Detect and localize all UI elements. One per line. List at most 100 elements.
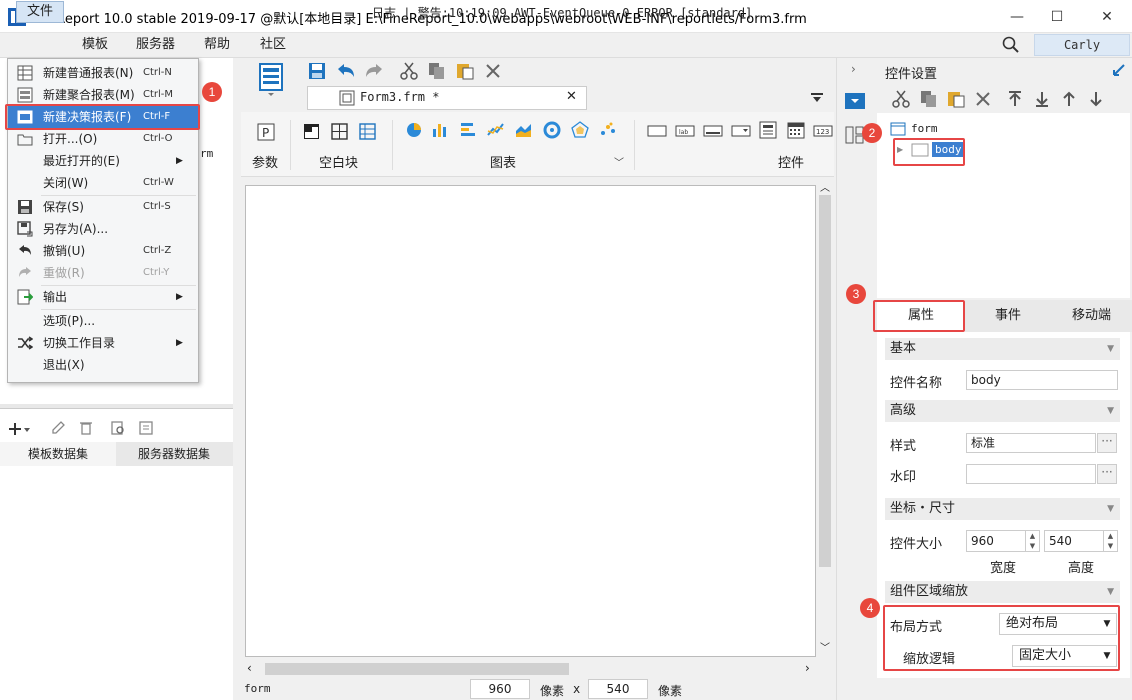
tab-events[interactable]: 事件 xyxy=(965,300,1051,332)
move-bottom-icon[interactable] xyxy=(1034,90,1050,108)
pie-chart-icon[interactable] xyxy=(405,121,423,139)
horizontal-scrollbar[interactable]: ‹ › xyxy=(245,660,816,678)
scatter-chart-icon[interactable] xyxy=(599,121,617,139)
log-status[interactable]: 日志 | 警告:10:19:09 AWT-EventQueue-0 ERROR … xyxy=(372,4,752,21)
close-button[interactable]: ✕ xyxy=(1084,0,1130,33)
number-widget-icon[interactable]: 123 xyxy=(813,123,833,139)
style-more-button[interactable]: ··· xyxy=(1097,433,1117,453)
widget-settings-icon[interactable] xyxy=(845,93,865,109)
date-widget-icon[interactable] xyxy=(787,121,805,139)
cut-icon[interactable] xyxy=(400,62,418,80)
scroll-thumb[interactable] xyxy=(265,663,569,675)
canvas-height-input[interactable]: 540 xyxy=(588,679,648,699)
pin-icon[interactable] xyxy=(1112,63,1126,77)
height-spinner[interactable]: 540 ▲ ▼ xyxy=(1044,530,1118,552)
paste-icon[interactable] xyxy=(456,62,474,80)
delete-icon[interactable] xyxy=(974,90,992,108)
menu-template[interactable]: 模板 xyxy=(72,33,118,57)
move-top-icon[interactable] xyxy=(1007,90,1023,108)
scroll-down-icon[interactable]: ﹀ xyxy=(820,639,830,654)
copy-icon[interactable] xyxy=(920,90,938,108)
menu-item-new-aggregate-report[interactable]: 新建聚合报表(M) Ctrl-M xyxy=(8,84,198,106)
button-widget-icon[interactable] xyxy=(703,123,723,139)
undo-toolbar-icon[interactable] xyxy=(336,62,356,80)
width-spinner[interactable]: 960 ▲ ▼ xyxy=(966,530,1040,552)
section-advanced[interactable]: 高级 ▼ xyxy=(885,400,1120,422)
tab-template-dataset[interactable]: 模板数据集 xyxy=(0,442,116,466)
horizontal-bar-chart-icon[interactable] xyxy=(459,121,477,139)
menu-help[interactable]: 帮助 xyxy=(194,33,240,57)
scroll-right-icon[interactable]: › xyxy=(805,661,810,675)
spinner-arrows-icon[interactable]: ▲ ▼ xyxy=(1025,531,1039,551)
text-widget-icon[interactable]: lab xyxy=(675,123,695,139)
menu-item-undo[interactable]: 撤销(U) Ctrl-Z xyxy=(8,240,198,262)
area-chart-icon[interactable] xyxy=(515,121,533,139)
spinner-arrows-icon[interactable]: ▲ ▼ xyxy=(1103,531,1117,551)
delete-toolbar-icon[interactable] xyxy=(484,62,502,80)
cut-icon[interactable] xyxy=(892,90,910,108)
tab-mobile[interactable]: 移动端 xyxy=(1051,300,1132,332)
radar-chart-icon[interactable] xyxy=(571,121,589,139)
menu-community[interactable]: 社区 xyxy=(250,33,296,57)
menu-item-close[interactable]: 关闭(W) Ctrl-W xyxy=(8,172,198,194)
menu-item-recent[interactable]: 最近打开的(E) ▶ xyxy=(8,150,198,172)
tree-node-form[interactable]: form xyxy=(911,122,938,135)
split-block-icon[interactable] xyxy=(331,123,349,141)
combo-widget-icon[interactable] xyxy=(731,123,751,139)
paste-icon[interactable] xyxy=(947,90,965,108)
chart-expand-icon[interactable]: ﹀ xyxy=(614,154,624,169)
tab-block-icon[interactable] xyxy=(359,123,377,141)
line-chart-icon[interactable] xyxy=(487,121,505,139)
tab-server-dataset[interactable]: 服务器数据集 xyxy=(116,442,232,466)
watermark-more-button[interactable]: ··· xyxy=(1097,464,1117,484)
menu-file[interactable]: 文件 xyxy=(16,1,65,23)
menu-item-export[interactable]: 输出 ▶ xyxy=(8,286,198,308)
menu-server[interactable]: 服务器 xyxy=(126,33,185,57)
menu-item-save-as[interactable]: 另存为(A)... xyxy=(8,218,198,240)
chevron-down-icon: ▼ xyxy=(1107,504,1114,514)
menu-item-open[interactable]: 打开...(O) Ctrl-O xyxy=(8,128,198,150)
menu-item-save[interactable]: 保存(S) Ctrl-S xyxy=(8,196,198,218)
menu-item-exit[interactable]: 退出(X) xyxy=(8,354,198,376)
menu-item-options[interactable]: 选项(P)... xyxy=(8,310,198,332)
parameter-icon[interactable]: P xyxy=(257,123,275,141)
gauge-chart-icon[interactable] xyxy=(543,121,561,139)
delete-icon[interactable] xyxy=(78,420,94,436)
close-tab-icon[interactable]: ✕ xyxy=(566,89,577,104)
dataset-config-icon[interactable] xyxy=(138,420,154,436)
section-coords-size[interactable]: 坐标・尺寸 ▼ xyxy=(885,498,1120,520)
form-canvas[interactable] xyxy=(245,185,816,657)
menu-item-switch-workdir[interactable]: 切换工作目录 ▶ xyxy=(8,332,198,354)
widget-name-field[interactable]: body xyxy=(966,370,1118,390)
scroll-thumb[interactable] xyxy=(819,195,831,567)
vertical-scrollbar[interactable]: ︿ ﹀ xyxy=(816,177,834,657)
canvas-width-input[interactable]: 960 xyxy=(470,679,530,699)
scroll-up-icon[interactable]: ︿ xyxy=(820,179,830,194)
blank-block-icon[interactable] xyxy=(303,123,321,141)
section-basic[interactable]: 基本 ▼ xyxy=(885,338,1120,360)
move-up-icon[interactable] xyxy=(1061,90,1077,108)
move-down-icon[interactable] xyxy=(1088,90,1104,108)
save-toolbar-icon[interactable] xyxy=(308,62,326,80)
tab-menu-icon[interactable] xyxy=(810,91,824,105)
menu-item-redo[interactable]: 重做(R) Ctrl-Y xyxy=(8,262,198,284)
copy-icon[interactable] xyxy=(428,62,446,80)
add-dataset-icon[interactable] xyxy=(8,420,32,438)
bar-chart-icon[interactable] xyxy=(431,121,449,139)
redo-toolbar-icon[interactable] xyxy=(364,62,384,80)
maximize-button[interactable]: ☐ xyxy=(1034,0,1080,33)
search-icon[interactable] xyxy=(1002,36,1020,54)
section-scale[interactable]: 组件区域缩放 ▼ xyxy=(885,581,1120,603)
list-widget-icon[interactable] xyxy=(759,121,777,139)
watermark-field[interactable] xyxy=(966,464,1096,484)
style-field[interactable]: 标准 xyxy=(966,433,1096,453)
collapse-arrow-icon[interactable]: › xyxy=(851,62,856,76)
preview-icon[interactable] xyxy=(110,420,126,436)
label-widget-icon[interactable] xyxy=(647,123,667,139)
scroll-left-icon[interactable]: ‹ xyxy=(247,661,252,675)
form-template-icon[interactable] xyxy=(258,62,284,96)
user-account[interactable]: Carly xyxy=(1034,34,1130,56)
menu-item-new-normal-report[interactable]: 新建普通报表(N) Ctrl-N xyxy=(8,62,198,84)
edit-icon[interactable] xyxy=(50,420,66,436)
highlight-box-new-decision xyxy=(5,104,200,130)
